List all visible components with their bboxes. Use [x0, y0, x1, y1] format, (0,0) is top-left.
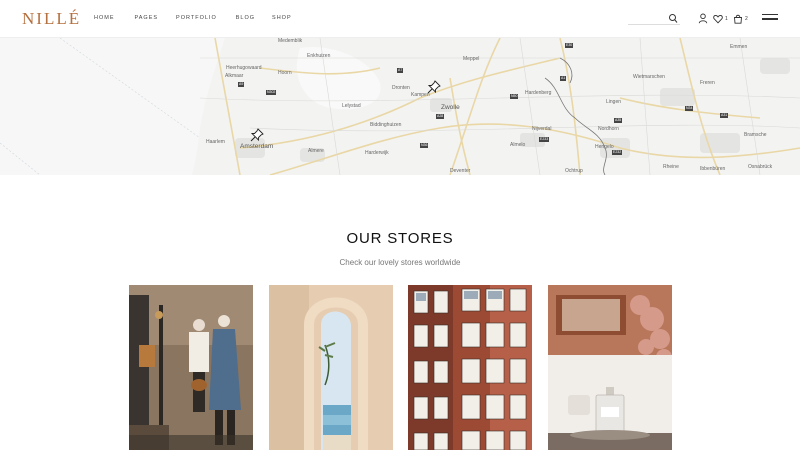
map-label: Zwolle — [441, 104, 460, 111]
bag-icon — [734, 14, 742, 24]
store-card[interactable] — [269, 285, 393, 450]
map-label: Nordhorn — [598, 126, 619, 132]
road-badge: N302 — [266, 90, 277, 95]
store-card[interactable] — [408, 285, 532, 450]
stores-title: OUR STORES — [346, 230, 454, 247]
store-image — [269, 285, 393, 450]
search-icon[interactable] — [668, 13, 678, 24]
nav-pages[interactable]: PAGES — [135, 15, 159, 21]
heart-icon — [713, 14, 723, 23]
map-label: Hoorn — [278, 70, 292, 76]
map-label: Hengelo — [595, 144, 614, 150]
map-label: Emmen — [730, 44, 748, 50]
map-label: Dronten — [392, 85, 410, 91]
road-badge: N34 — [685, 106, 694, 111]
store-map[interactable]: Medemblik Heerhugowaard Alkmaar Hoorn En… — [0, 38, 800, 175]
map-label: Rheine — [663, 164, 679, 170]
road-badge: A31 — [720, 113, 729, 118]
map-canvas — [0, 38, 800, 175]
map-label: Lelystad — [342, 103, 361, 109]
search-input[interactable] — [628, 13, 680, 25]
logo[interactable]: NILLÉ — [22, 9, 81, 29]
wishlist-count: 1 — [725, 15, 728, 22]
site-header: NILLÉ HOME PAGES PORTFOLIO BLOG SHOP 1 2 — [0, 0, 800, 38]
map-label: Lingen — [606, 99, 622, 105]
map-label: Medemblik — [278, 38, 303, 44]
map-label: Almere — [308, 148, 324, 154]
store-image — [548, 285, 672, 450]
map-label: Ibbenbüren — [700, 166, 726, 172]
road-badge: A35 — [614, 118, 623, 123]
hamburger-menu-icon[interactable] — [762, 14, 778, 22]
store-card[interactable] — [129, 285, 253, 450]
nav-shop[interactable]: SHOP — [272, 15, 292, 21]
main-nav: HOME PAGES PORTFOLIO BLOG SHOP — [94, 15, 292, 21]
road-badge: A1 — [560, 76, 567, 81]
road-badge: E30 — [565, 43, 574, 48]
map-label: Wietmarschen — [633, 74, 665, 80]
map-label: Heerhugowaard — [226, 65, 262, 71]
map-label: Deventer — [450, 168, 471, 174]
user-icon[interactable] — [698, 13, 708, 24]
road-badge: N50 — [510, 94, 519, 99]
map-label: Almelo — [510, 142, 526, 148]
map-label: Nijverdal — [532, 126, 552, 132]
stores-subtitle: Check our lovely stores worldwide — [339, 258, 461, 267]
store-image — [408, 285, 532, 450]
cart-count: 2 — [745, 15, 748, 22]
map-label: Harderwijk — [365, 150, 389, 156]
map-pin-icon[interactable] — [427, 80, 441, 94]
store-card[interactable] — [548, 285, 672, 450]
map-label: Ochtrup — [565, 168, 583, 174]
road-badge: N36 — [420, 143, 429, 148]
map-label: Haarlem — [206, 139, 225, 145]
map-label: Freren — [700, 80, 715, 86]
road-badge: A28 — [436, 114, 445, 119]
map-label: Amsterdam — [240, 143, 274, 150]
road-badge: A9 — [238, 82, 245, 87]
nav-blog[interactable]: BLOG — [236, 15, 255, 21]
nav-home[interactable]: HOME — [94, 15, 115, 21]
wishlist-button[interactable]: 1 — [713, 13, 728, 24]
store-image — [129, 285, 253, 450]
map-label: Hardenberg — [525, 90, 552, 96]
map-pin-icon[interactable] — [250, 128, 264, 142]
map-label: Alkmaar — [225, 73, 244, 79]
road-badge: A7 — [397, 68, 404, 73]
map-label: Meppel — [463, 56, 480, 62]
cart-button[interactable]: 2 — [733, 13, 748, 24]
map-label: Enkhuizen — [307, 53, 331, 59]
map-label: Biddinghuizen — [370, 122, 402, 128]
road-badge: E233 — [539, 137, 550, 142]
map-label: Bramsche — [744, 132, 767, 138]
nav-portfolio[interactable]: PORTFOLIO — [176, 15, 217, 21]
map-label: Osnabrück — [748, 164, 773, 170]
road-badge: E232 — [612, 150, 623, 155]
